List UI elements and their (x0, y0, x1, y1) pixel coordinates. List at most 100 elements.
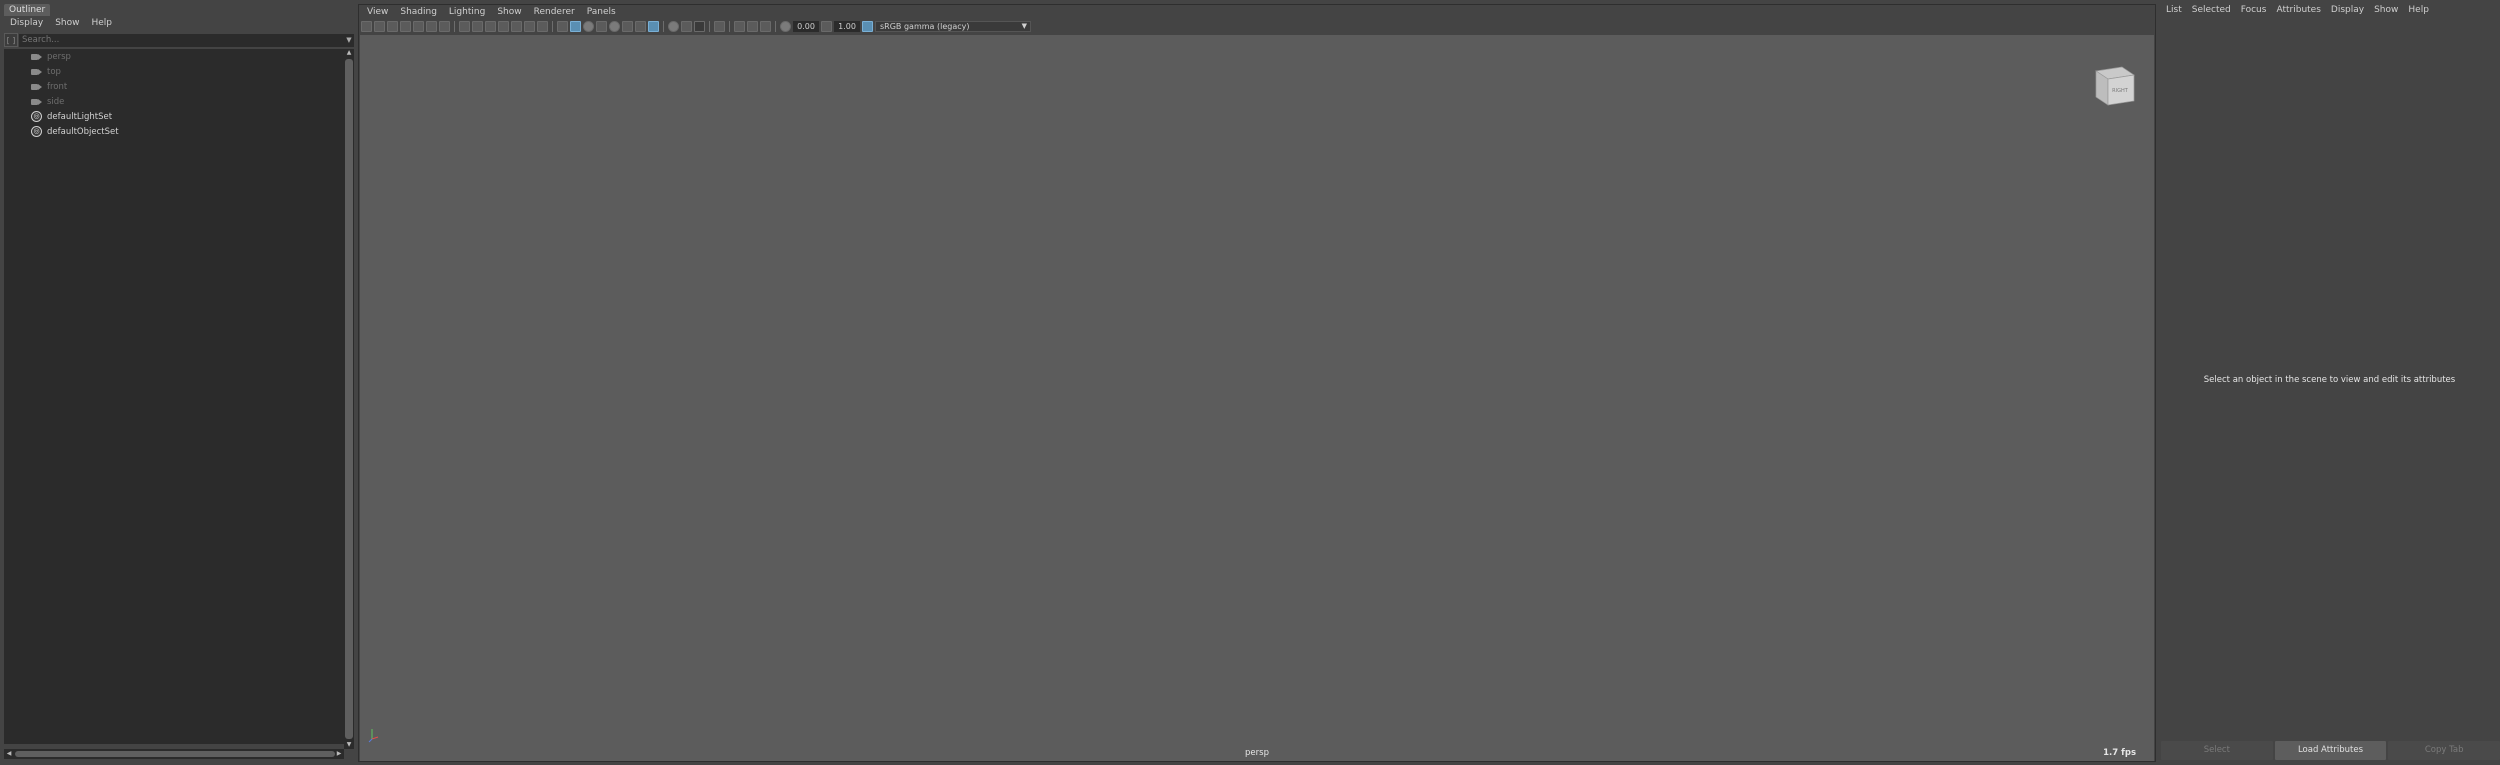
xray-joints-icon[interactable] (760, 20, 771, 32)
copy-tab-button[interactable]: Copy Tab (2388, 741, 2500, 760)
list-item[interactable]: ◎ defaultLightSet (4, 109, 344, 124)
isolate-select-icon[interactable] (714, 20, 725, 32)
attribute-editor-panel: List Selected Focus Attributes Display S… (2159, 0, 2500, 765)
viewcube-icon[interactable]: RIGHT (2088, 57, 2140, 109)
object-set-icon: ◎ (31, 111, 42, 122)
exposure-field[interactable]: 0.00 (793, 20, 819, 32)
outliner-tab[interactable]: Outliner (4, 4, 51, 16)
ae-menu-show[interactable]: Show (2369, 4, 2403, 17)
outliner-menu-display[interactable]: Display (4, 16, 49, 30)
2d-pan-zoom-icon[interactable] (413, 20, 424, 32)
viewport-menu-panels[interactable]: Panels (581, 6, 622, 19)
shadows-icon[interactable] (635, 20, 646, 32)
gamma-field[interactable]: 1.00 (834, 20, 860, 32)
scroll-left-icon[interactable]: ◀ (4, 749, 14, 759)
color-management-icon[interactable] (862, 20, 873, 32)
fps-readout: 1.7 fps (2103, 748, 2136, 758)
default-material-icon[interactable] (583, 20, 594, 32)
list-item-label: top (47, 66, 61, 77)
outliner-menubar: Display Show Help (4, 16, 355, 30)
camera-icon (31, 68, 42, 75)
list-item-label: defaultLightSet (47, 111, 113, 122)
wireframe-icon[interactable] (557, 20, 568, 32)
list-item[interactable]: ◎ defaultObjectSet (4, 124, 344, 139)
toolbar-divider (709, 20, 710, 32)
grease-pencil-icon[interactable] (426, 20, 437, 32)
textured-icon[interactable] (609, 20, 620, 32)
safe-action-icon[interactable] (524, 20, 535, 32)
chevron-down-icon[interactable]: ▼ (344, 33, 354, 47)
scroll-down-icon[interactable]: ▼ (344, 741, 354, 749)
field-chart-icon[interactable] (511, 20, 522, 32)
viewport-toolbar: 0.00 1.00 sRGB gamma (legacy) ▼ (361, 19, 1031, 33)
toolbar-divider (729, 20, 730, 32)
screen-space-ao-icon[interactable] (648, 20, 659, 32)
outliner-menu-show[interactable]: Show (49, 16, 85, 30)
list-item-label: front (47, 81, 68, 92)
resolution-gate-icon[interactable] (485, 20, 496, 32)
xray-icon[interactable] (734, 20, 745, 32)
depth-of-field-icon[interactable] (694, 20, 705, 32)
smooth-shade-icon[interactable] (570, 20, 581, 32)
ae-menu-selected[interactable]: Selected (2187, 4, 2236, 17)
toolbar-divider (663, 20, 664, 32)
select-camera-icon[interactable] (361, 20, 372, 32)
ae-menu-list[interactable]: List (2161, 4, 2187, 17)
wireframe-on-shaded-icon[interactable] (596, 20, 607, 32)
ae-menu-focus[interactable]: Focus (2236, 4, 2272, 17)
scrollbar-thumb[interactable] (345, 59, 353, 739)
viewport-menubar: View Shading Lighting Show Renderer Pane… (361, 6, 622, 19)
outliner-horizontal-scrollbar[interactable]: ◀ ▶ (4, 749, 344, 759)
camera-attributes-icon[interactable] (374, 20, 385, 32)
toolbar-divider (775, 20, 776, 32)
grid-icon[interactable] (459, 20, 470, 32)
list-item-label: side (47, 96, 65, 107)
select-button[interactable]: Select (2161, 741, 2273, 760)
multisample-aa-icon[interactable] (681, 20, 692, 32)
use-all-lights-icon[interactable] (622, 20, 633, 32)
color-space-select[interactable]: sRGB gamma (legacy) ▼ (875, 20, 1031, 32)
outliner-panel: Outliner Display Show Help [ ] ▼ persp t… (0, 0, 355, 765)
safe-title-icon[interactable] (537, 20, 548, 32)
viewport-menu-view[interactable]: View (361, 6, 394, 19)
viewport-menu-shading[interactable]: Shading (394, 6, 443, 19)
gate-mask-icon[interactable] (498, 20, 509, 32)
chevron-down-icon: ▼ (1021, 21, 1027, 30)
object-set-icon: ◎ (31, 126, 42, 137)
outliner-search-bar: [ ] ▼ (4, 33, 354, 47)
list-item[interactable]: persp (4, 49, 344, 64)
outliner-menu-help[interactable]: Help (85, 16, 118, 30)
camera-icon (31, 53, 42, 60)
film-gate-icon[interactable] (472, 20, 483, 32)
outliner-vertical-scrollbar[interactable]: ▲ ▼ (344, 49, 354, 749)
filter-icon[interactable]: [ ] (4, 33, 18, 47)
scrollbar-thumb[interactable] (15, 751, 335, 757)
xray-active-components-icon[interactable] (747, 20, 758, 32)
bookmark-icon[interactable] (387, 20, 398, 32)
image-plane-icon[interactable] (400, 20, 411, 32)
load-attributes-button[interactable]: Load Attributes (2274, 741, 2387, 760)
motion-blur-icon[interactable] (668, 20, 679, 32)
list-item[interactable]: front (4, 79, 344, 94)
toolbar-divider (552, 20, 553, 32)
outliner-tree: persp top front side ◎ defaultLightSet ◎… (4, 49, 344, 744)
viewport-3d[interactable]: RIGHT persp 1.7 fps (360, 35, 2154, 761)
viewport-menu-lighting[interactable]: Lighting (443, 6, 491, 19)
toolbar-divider (454, 20, 455, 32)
scroll-right-icon[interactable]: ▶ (334, 749, 344, 759)
pencil-icon[interactable] (439, 20, 450, 32)
camera-name-label: persp (1245, 748, 1269, 758)
search-input[interactable] (19, 33, 344, 47)
gamma-icon[interactable] (821, 20, 832, 32)
viewport-menu-renderer[interactable]: Renderer (528, 6, 581, 19)
ae-menu-help[interactable]: Help (2403, 4, 2434, 17)
scroll-up-icon[interactable]: ▲ (344, 49, 354, 57)
attribute-editor-footer: Select Load Attributes Copy Tab (2161, 741, 2500, 760)
list-item[interactable]: top (4, 64, 344, 79)
exposure-icon[interactable] (780, 20, 791, 32)
ae-menu-attributes[interactable]: Attributes (2271, 4, 2325, 17)
list-item-label: defaultObjectSet (47, 126, 119, 137)
ae-menu-display[interactable]: Display (2326, 4, 2369, 17)
list-item[interactable]: side (4, 94, 344, 109)
viewport-menu-show[interactable]: Show (491, 6, 527, 19)
